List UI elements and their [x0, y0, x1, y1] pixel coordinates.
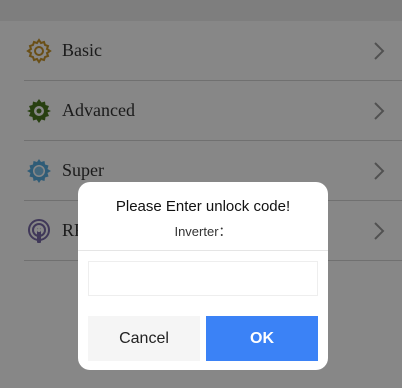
cancel-button[interactable]: Cancel: [88, 316, 200, 361]
unlock-code-dialog: Please Enter unlock code! Inverter： Canc…: [78, 182, 328, 370]
unlock-code-input[interactable]: [88, 261, 318, 296]
ok-button[interactable]: OK: [206, 316, 318, 361]
dialog-divider: [78, 250, 328, 251]
dialog-title: Please Enter unlock code!: [115, 198, 291, 215]
dialog-subtitle: Inverter：: [174, 224, 232, 239]
